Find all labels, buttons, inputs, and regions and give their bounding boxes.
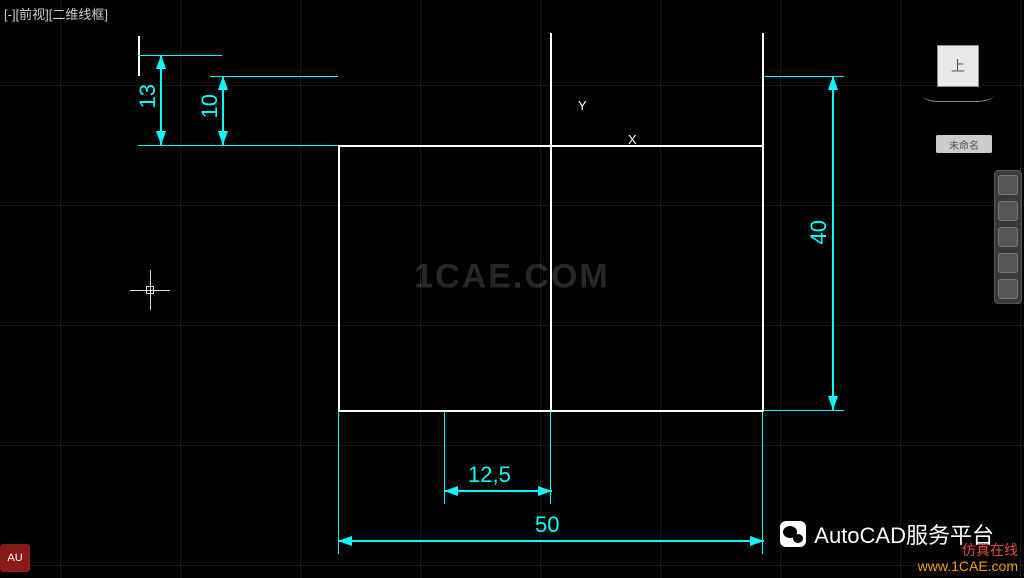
ucs-x-icon: X xyxy=(628,132,637,147)
dimension-ext xyxy=(338,412,339,554)
viewcube[interactable]: 上 xyxy=(937,45,979,87)
dimension-line xyxy=(832,76,834,410)
dimension-ext xyxy=(762,412,763,554)
nav-orbit-icon[interactable] xyxy=(998,253,1018,273)
drawing-line xyxy=(762,145,764,410)
watermark-corner-line1: 仿真在线 xyxy=(918,542,1018,558)
wechat-icon xyxy=(780,521,806,547)
watermark-au-icon: AU xyxy=(0,544,30,572)
dimension-ext xyxy=(210,76,338,77)
drawing-line xyxy=(762,33,764,145)
dimension-arrow-icon xyxy=(156,131,166,145)
dimension-line xyxy=(338,540,764,542)
drawing-line xyxy=(338,410,764,412)
drawing-line xyxy=(338,145,340,410)
ucs-name-tag[interactable]: 未命名 xyxy=(936,135,992,153)
watermark-corner: 仿真在线 www.1CAE.com xyxy=(918,542,1018,574)
dimension-text: 10 xyxy=(197,94,223,118)
dimension-ext xyxy=(138,55,222,56)
watermark-corner-line2: www.1CAE.com xyxy=(918,558,1018,574)
dimension-arrow-icon xyxy=(828,396,838,410)
nav-showmotion-icon[interactable] xyxy=(998,279,1018,299)
nav-zoom-icon[interactable] xyxy=(998,227,1018,247)
dimension-arrow-icon xyxy=(750,536,764,546)
dimension-text: 50 xyxy=(535,512,559,538)
drawing-line xyxy=(550,33,552,145)
dimension-ext xyxy=(138,145,338,146)
dimension-arrow-icon xyxy=(218,131,228,145)
drawing-line xyxy=(138,36,140,76)
dimension-text: 40 xyxy=(806,220,832,244)
watermark-center: 1CAE.COM xyxy=(414,258,609,297)
nav-wheel-icon[interactable] xyxy=(998,175,1018,195)
crosshair-cursor-icon xyxy=(130,270,170,310)
navigation-bar xyxy=(994,170,1022,304)
dimension-arrow-icon xyxy=(444,486,458,496)
viewcube-compass-icon[interactable] xyxy=(922,88,994,102)
dimension-arrow-icon xyxy=(156,55,166,69)
nav-pan-icon[interactable] xyxy=(998,201,1018,221)
dimension-arrow-icon xyxy=(338,536,352,546)
dimension-ext xyxy=(764,410,844,411)
dimension-text: 13 xyxy=(135,84,161,108)
dimension-line xyxy=(444,490,552,492)
ucs-y-icon: Y xyxy=(578,98,587,113)
dimension-arrow-icon xyxy=(828,76,838,90)
dimension-arrow-icon xyxy=(538,486,552,496)
dimension-arrow-icon xyxy=(218,76,228,90)
dimension-text: 12,5 xyxy=(468,462,511,488)
